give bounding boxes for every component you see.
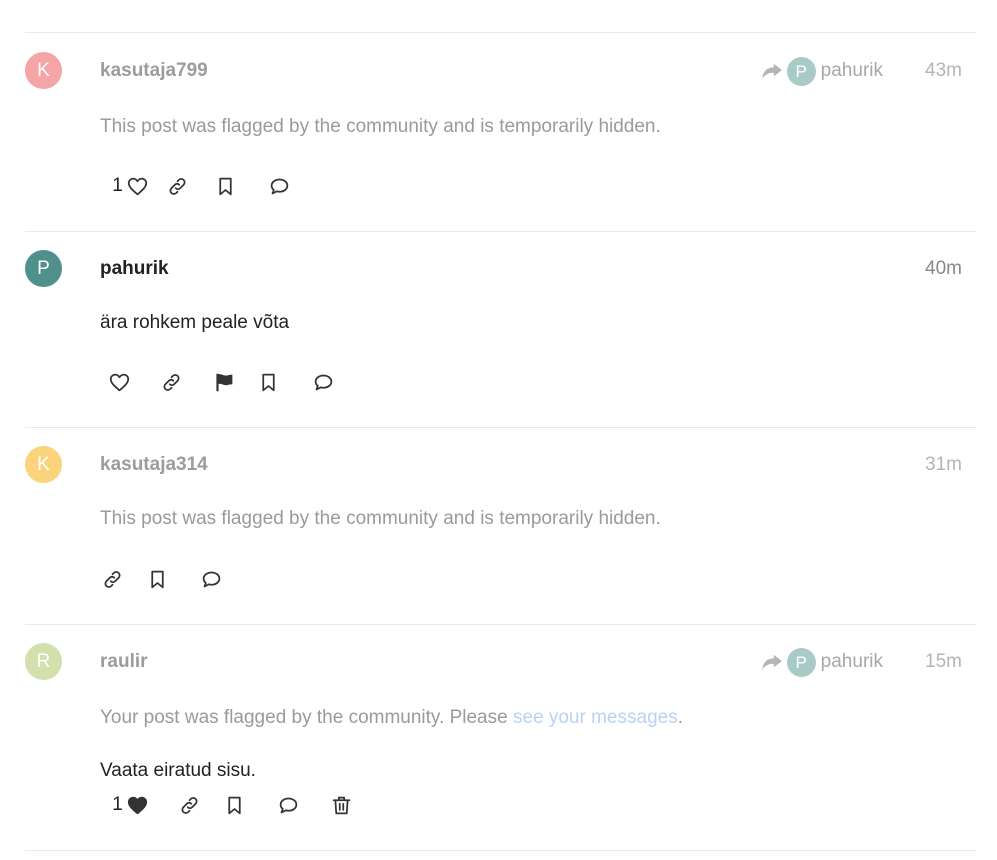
heart-icon bbox=[127, 177, 147, 195]
post-time[interactable]: 40m bbox=[925, 258, 962, 280]
avatar[interactable]: K bbox=[25, 52, 62, 89]
post: K kasutaja314 31m This post was flagged … bbox=[0, 446, 997, 616]
reply-to[interactable]: P pahurik bbox=[761, 647, 883, 677]
flag-icon bbox=[215, 373, 232, 391]
post-time[interactable]: 31m bbox=[925, 454, 962, 476]
reply-to-username: pahurik bbox=[820, 60, 883, 81]
heart-icon bbox=[109, 373, 129, 391]
post-body: Your post was flagged by the community. … bbox=[100, 707, 683, 729]
post-divider bbox=[25, 850, 976, 851]
heart-filled-icon bbox=[127, 796, 147, 814]
post: R raulir P pahurik 15m Your post was fla… bbox=[0, 643, 997, 843]
post-actions: 1 bbox=[108, 790, 352, 820]
link-icon bbox=[104, 570, 120, 588]
reply-icon bbox=[314, 374, 332, 390]
post-time[interactable]: 15m bbox=[925, 651, 962, 673]
bookmark-icon bbox=[218, 177, 232, 195]
reply-button[interactable] bbox=[200, 564, 222, 594]
bookmark-icon bbox=[261, 373, 275, 391]
see-messages-link[interactable]: see your messages bbox=[513, 707, 678, 728]
share-arrow-icon bbox=[761, 654, 782, 671]
copy-link-button[interactable] bbox=[160, 367, 182, 397]
copy-link-button[interactable] bbox=[101, 564, 123, 594]
post-divider bbox=[25, 231, 976, 232]
post-body: ära rohkem peale võta bbox=[100, 312, 290, 333]
reply-button[interactable] bbox=[256, 171, 302, 201]
reply-to-username: pahurik bbox=[820, 651, 883, 672]
like-button[interactable] bbox=[108, 367, 130, 397]
link-icon bbox=[163, 373, 179, 391]
copy-link-button[interactable] bbox=[178, 790, 200, 820]
like-button[interactable]: 1 bbox=[108, 790, 152, 820]
reply-button[interactable] bbox=[312, 367, 334, 397]
like-button[interactable]: 1 bbox=[108, 171, 152, 201]
bookmark-button[interactable] bbox=[223, 790, 245, 820]
reply-icon bbox=[270, 178, 288, 194]
username[interactable]: kasutaja314 bbox=[100, 454, 208, 476]
link-icon bbox=[181, 796, 197, 814]
post-body: This post was flagged by the community a… bbox=[100, 508, 661, 529]
bookmark-button[interactable] bbox=[202, 171, 248, 201]
bookmark-icon bbox=[150, 570, 164, 588]
post-actions: 1 bbox=[108, 171, 302, 201]
share-arrow-icon bbox=[761, 63, 782, 80]
flag-notice-suffix: . bbox=[677, 707, 683, 728]
reply-to-avatar: P bbox=[786, 647, 816, 677]
avatar[interactable]: K bbox=[25, 446, 62, 483]
avatar[interactable]: R bbox=[25, 643, 62, 680]
post-divider bbox=[25, 427, 976, 428]
post-divider bbox=[25, 624, 976, 625]
like-count: 1 bbox=[112, 794, 123, 815]
delete-button[interactable] bbox=[330, 790, 352, 820]
post: P pahurik 40m ära rohkem peale võta bbox=[0, 250, 997, 420]
reply-to-avatar: P bbox=[786, 56, 816, 86]
bookmark-icon bbox=[227, 796, 241, 814]
post-time[interactable]: 43m bbox=[925, 60, 962, 82]
post-actions bbox=[108, 367, 334, 397]
flag-notice-text: Your post was flagged by the community. … bbox=[100, 707, 513, 728]
username[interactable]: raulir bbox=[100, 651, 148, 673]
bookmark-button[interactable] bbox=[257, 367, 279, 397]
bookmark-button[interactable] bbox=[146, 564, 168, 594]
trash-icon bbox=[332, 796, 350, 814]
avatar[interactable]: P bbox=[25, 250, 62, 287]
like-count: 1 bbox=[112, 175, 123, 196]
reply-icon bbox=[279, 797, 297, 813]
username[interactable]: pahurik bbox=[100, 258, 169, 280]
reply-icon bbox=[202, 571, 220, 587]
post-divider bbox=[25, 32, 976, 33]
link-icon bbox=[169, 177, 185, 195]
username[interactable]: kasutaja799 bbox=[100, 60, 208, 82]
post: K kasutaja799 P pahurik 43m This post wa… bbox=[0, 52, 997, 222]
reply-button[interactable] bbox=[277, 790, 299, 820]
post-actions bbox=[101, 564, 222, 594]
copy-link-button[interactable] bbox=[156, 171, 198, 201]
reply-to[interactable]: P pahurik bbox=[761, 56, 883, 86]
flag-button[interactable] bbox=[213, 367, 235, 397]
post-body: This post was flagged by the community a… bbox=[100, 116, 661, 137]
view-ignored-link[interactable]: Vaata eiratud sisu. bbox=[100, 760, 256, 782]
